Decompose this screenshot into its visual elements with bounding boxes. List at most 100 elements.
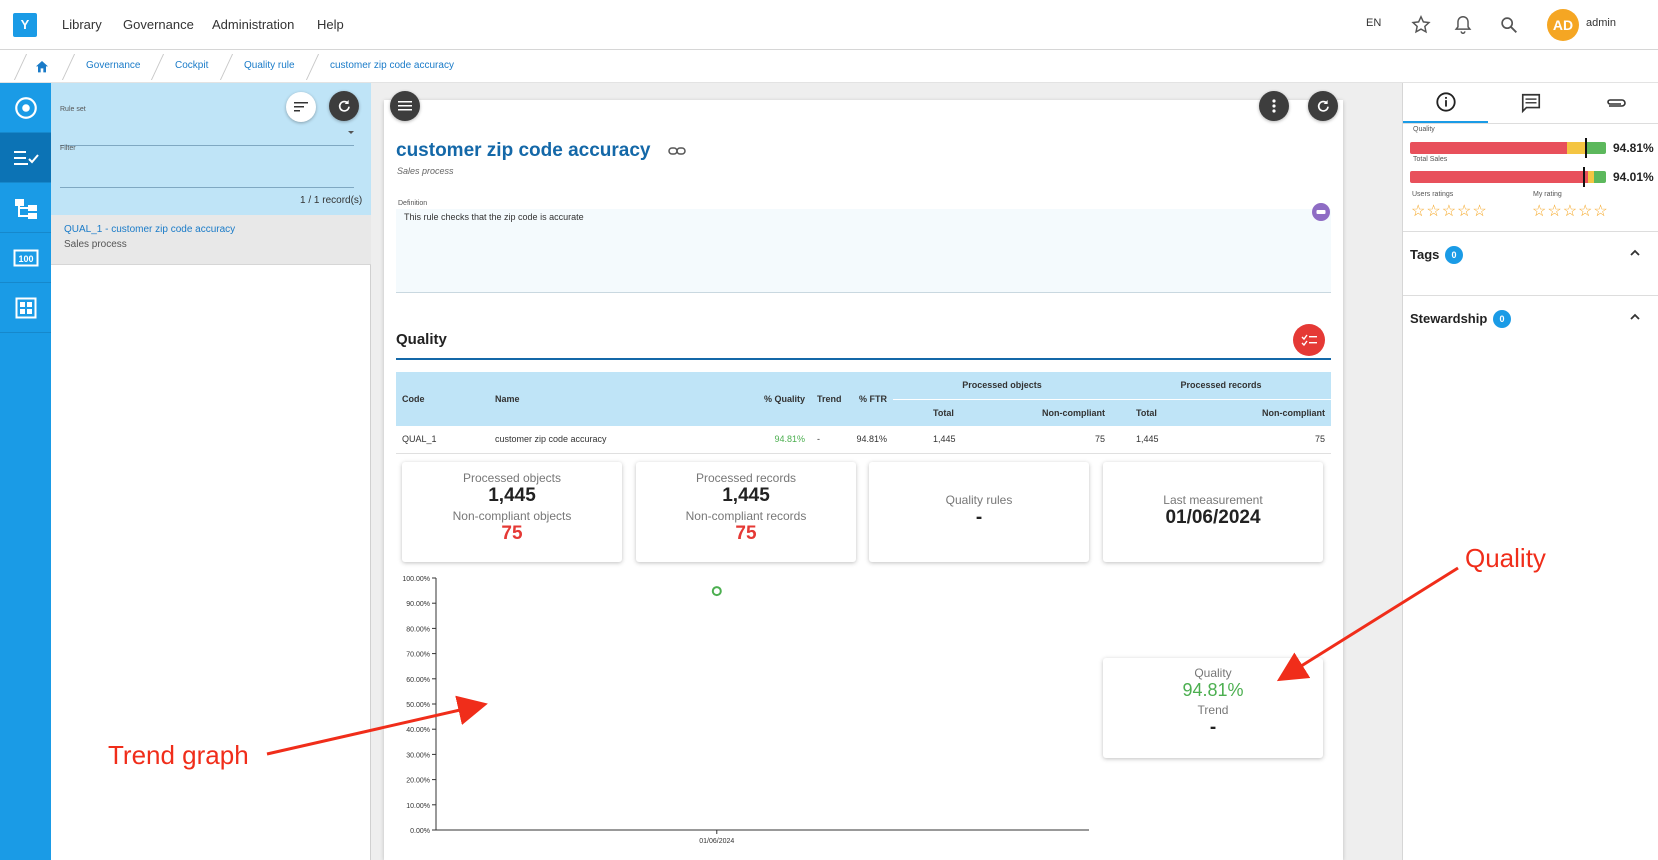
rail-item-hierarchy[interactable]: [0, 183, 51, 233]
info-icon: [1435, 92, 1456, 112]
cell-records-total: 1,445: [1111, 426, 1211, 454]
menu-administration[interactable]: Administration: [212, 17, 294, 32]
ruleset-select[interactable]: [60, 145, 354, 146]
rail-item-overview[interactable]: [0, 83, 51, 133]
definition-text: This rule checks that the zip code is ac…: [404, 212, 584, 222]
quality-rating-label: Quality: [1413, 126, 1435, 133]
breadcrumb-cockpit[interactable]: Cockpit: [175, 60, 208, 71]
quality-checklist-button[interactable]: [1293, 324, 1325, 356]
users-ratings-stars: ☆☆☆☆☆: [1411, 203, 1488, 220]
annotation-quality: Quality: [1465, 543, 1546, 573]
breadcrumb-separator: [13, 54, 28, 80]
tab-attachments[interactable]: [1573, 83, 1658, 123]
cell-objects-total: 1,445: [893, 426, 993, 454]
more-vert-icon: [1272, 99, 1276, 113]
definition-box[interactable]: This rule checks that the zip code is ac…: [396, 209, 1331, 293]
chevron-up-icon[interactable]: [1629, 248, 1641, 258]
more-options-button[interactable]: [1259, 91, 1289, 121]
th-objects-noncompliant[interactable]: Non-compliant: [993, 399, 1111, 426]
tags-label[interactable]: Tags: [1410, 247, 1439, 262]
stewardship-label[interactable]: Stewardship: [1410, 311, 1487, 326]
table-row[interactable]: QUAL_1 customer zip code accuracy 94.81%…: [396, 426, 1331, 454]
app-logo[interactable]: Y: [13, 13, 37, 37]
bell-icon[interactable]: [1452, 14, 1474, 36]
paperclip-icon: [1606, 99, 1626, 107]
kpi-value: 1,445: [722, 485, 770, 506]
sort-button[interactable]: [286, 92, 316, 122]
kpi-value: -: [975, 507, 983, 528]
total-sales-value: 94.01%: [1613, 170, 1654, 184]
menu-governance[interactable]: Governance: [123, 17, 194, 32]
tab-info[interactable]: [1403, 83, 1488, 123]
chevron-down-icon[interactable]: [347, 130, 355, 136]
th-name[interactable]: Name: [489, 372, 737, 426]
rail-item-counter[interactable]: 100: [0, 233, 51, 283]
th-pct-quality[interactable]: % Quality: [737, 372, 811, 426]
th-pct-ftr[interactable]: % FTR: [849, 372, 893, 426]
breadcrumb-governance[interactable]: Governance: [86, 60, 140, 71]
dashboard-icon: [15, 297, 36, 318]
chevron-up-icon[interactable]: [1629, 312, 1641, 322]
rail-item-quality-rules[interactable]: [0, 133, 51, 183]
comment-icon: [1521, 93, 1540, 114]
y-tick-label: 70.00%: [406, 652, 430, 659]
kpi-label: Quality rules: [945, 493, 1013, 507]
search-icon[interactable]: [1498, 14, 1520, 36]
keyboard-icon: [1316, 210, 1326, 214]
y-tick-label: 80.00%: [406, 626, 430, 633]
stewardship-count-badge: 0: [1493, 310, 1511, 328]
my-rating-stars[interactable]: ☆☆☆☆☆: [1532, 201, 1609, 221]
tab-divider: [1403, 123, 1658, 124]
right-panel: Quality 94.81% Total Sales 94.01% Users …: [1402, 83, 1658, 860]
y-tick-label: 30.00%: [406, 752, 430, 759]
username[interactable]: admin: [1586, 17, 1616, 29]
my-rating-label: My rating: [1533, 191, 1562, 198]
breadcrumb-quality-rule[interactable]: Quality rule: [244, 60, 295, 71]
avatar[interactable]: AD: [1547, 9, 1579, 41]
th-processed-objects: Processed objects: [893, 372, 1111, 400]
kpi-quality-trend: Quality 94.81% Trend -: [1103, 658, 1323, 758]
th-records-total[interactable]: Total: [1111, 399, 1211, 426]
x-tick-label: 01/06/2024: [699, 838, 734, 845]
rail-item-dashboard[interactable]: [0, 283, 51, 333]
refresh-list-button[interactable]: [329, 91, 359, 121]
trend-chart: 0.00% 10.00% 20.00% 30.00% 40.00% 50.00% 60.00…: [402, 576, 1089, 845]
y-tick-label: 20.00%: [406, 778, 430, 785]
menu-library[interactable]: Library: [62, 17, 102, 32]
filter-input[interactable]: [60, 187, 354, 188]
menu-button[interactable]: [390, 91, 420, 121]
section-underline: [396, 358, 1331, 360]
breadcrumb-separator: [305, 54, 320, 80]
tags-count-badge: 0: [1445, 246, 1463, 264]
cell-name: customer zip code accuracy: [489, 426, 737, 454]
star-icon[interactable]: [1410, 14, 1432, 36]
link-icon[interactable]: [668, 145, 686, 157]
breadcrumb-separator: [61, 54, 76, 80]
checklist-icon: [1301, 334, 1317, 346]
comment-badge[interactable]: [1312, 203, 1330, 221]
svg-text:100: 100: [18, 254, 33, 264]
filter-label: Filter: [60, 145, 76, 152]
th-trend[interactable]: Trend: [811, 372, 849, 426]
kpi-quality-rules: Quality rules -: [869, 462, 1089, 562]
breadcrumb-current[interactable]: customer zip code accuracy: [330, 60, 454, 71]
th-objects-total[interactable]: Total: [893, 399, 993, 426]
th-code[interactable]: Code: [396, 372, 489, 426]
list-item[interactable]: QUAL_1 - customer zip code accuracy Sale…: [51, 215, 371, 265]
quality-section-title: Quality: [396, 331, 447, 348]
language-selector[interactable]: EN: [1366, 17, 1381, 29]
cell-code: QUAL_1: [396, 426, 489, 454]
users-ratings-label: Users ratings: [1412, 191, 1454, 198]
home-icon[interactable]: [34, 59, 50, 75]
kpi-last-measurement: Last measurement 01/06/2024: [1103, 462, 1323, 562]
th-records-noncompliant[interactable]: Non-compliant: [1211, 399, 1331, 426]
refresh-icon: [1317, 100, 1329, 112]
list-item-title: QUAL_1 - customer zip code accuracy: [64, 224, 236, 235]
menu-help[interactable]: Help: [317, 17, 344, 32]
quality-table: Code Name % Quality Trend % FTR Processe…: [396, 372, 1331, 454]
refresh-detail-button[interactable]: [1308, 91, 1338, 121]
quality-gauge: [1410, 142, 1606, 154]
cell-records-noncompliant: 75: [1211, 426, 1331, 454]
kpi-label: Non-compliant objects: [452, 509, 572, 523]
tab-comments[interactable]: [1488, 83, 1573, 123]
